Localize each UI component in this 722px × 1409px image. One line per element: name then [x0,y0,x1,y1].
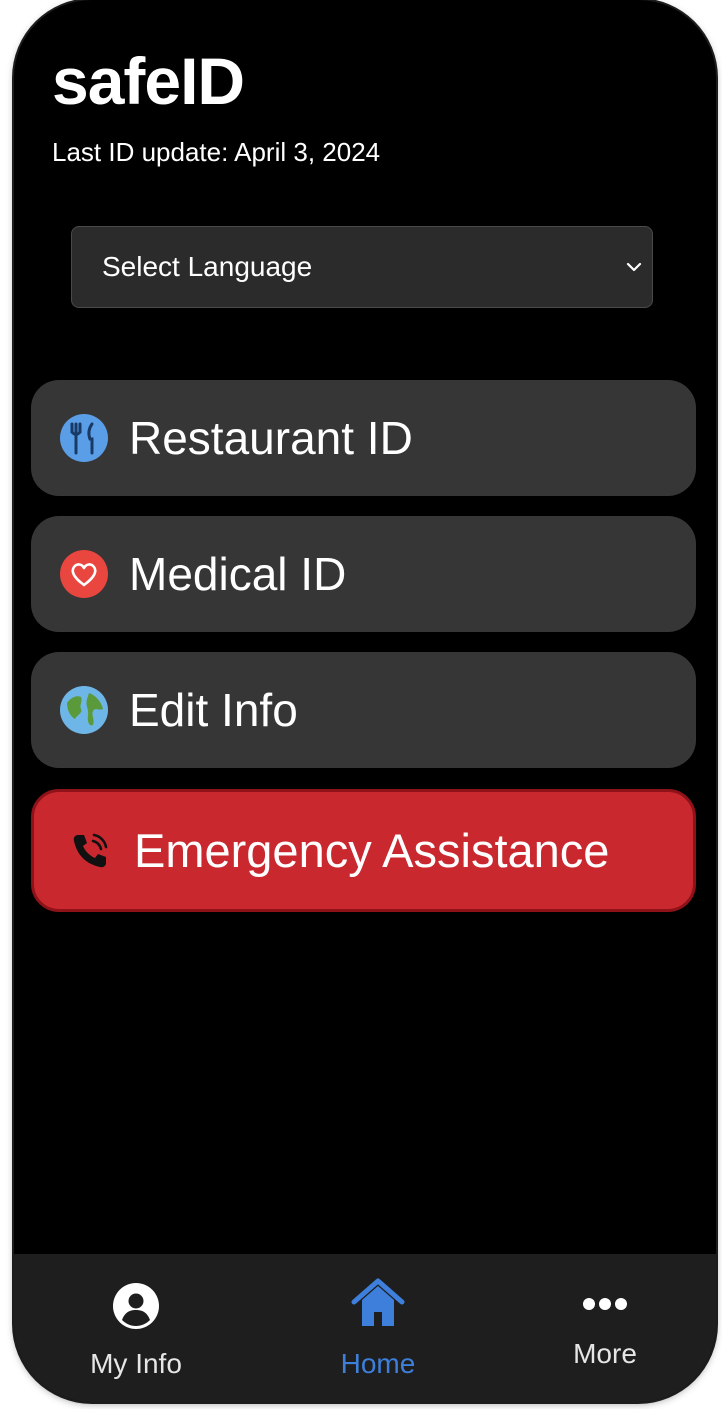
chevron-down-icon [626,262,642,272]
tab-home-label: Home [340,1348,416,1379]
restaurant-id-button[interactable]: Restaurant ID [31,380,696,496]
edit-info-label: Edit Info [129,684,298,736]
bottom-tab-bar: My Info Home More [14,1254,716,1402]
phone-ringing-icon [73,833,108,867]
more-dots-icon [583,1298,627,1310]
medical-id-button[interactable]: Medical ID [31,516,696,632]
tab-my-info[interactable]: My Info [36,1254,236,1402]
user-circle-icon [113,1283,159,1329]
last-update-text: Last ID update: April 3, 2024 [52,137,381,167]
tab-home[interactable]: Home [278,1254,478,1402]
language-select-value: Select Language [102,251,313,282]
edit-info-button[interactable]: Edit Info [31,652,696,768]
app-title: safeID [52,44,245,118]
language-select[interactable]: Select Language [71,226,653,308]
emergency-assistance-button[interactable]: Emergency Assistance [31,789,696,912]
tab-more-label: More [573,1338,637,1369]
phone-frame: safeID Last ID update: April 3, 2024 Sel… [14,0,716,1402]
fork-knife-icon [59,413,109,463]
emergency-assistance-label: Emergency Assistance [134,823,610,877]
heart-icon [59,549,109,599]
tab-more[interactable]: More [505,1254,705,1402]
globe-icon [59,685,109,735]
medical-id-label: Medical ID [129,548,347,600]
home-icon [351,1278,405,1326]
restaurant-id-label: Restaurant ID [129,412,413,464]
tab-my-info-label: My Info [90,1348,182,1379]
